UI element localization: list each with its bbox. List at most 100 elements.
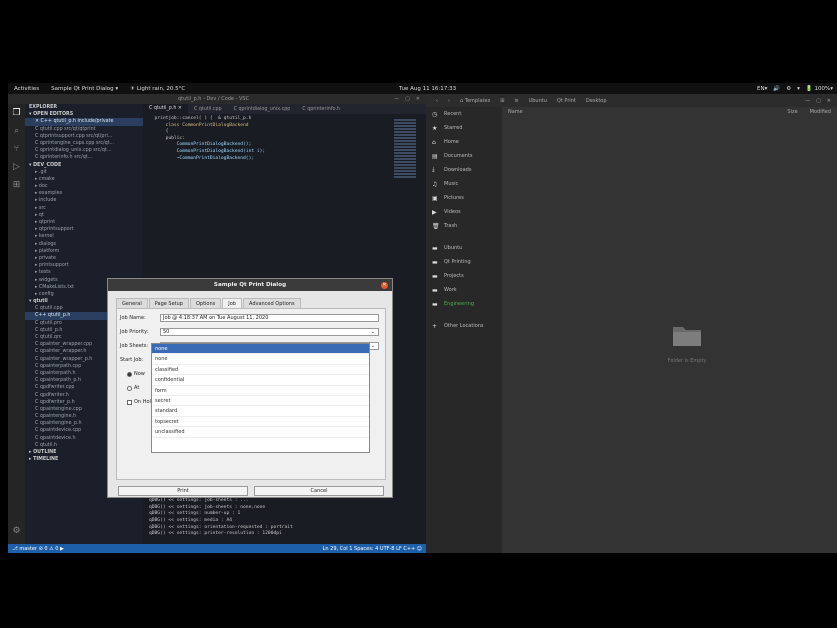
file-tree-item[interactable]: C qprinterinfo.h src/qt...: [25, 154, 143, 161]
file-tree-item[interactable]: C qprintdialog_unix.cpp src/qt...: [25, 147, 143, 154]
file-tree-item[interactable]: ▸ .git: [25, 169, 143, 176]
minimize-icon[interactable]: —: [394, 96, 399, 102]
file-tree-item[interactable]: C qtutil.cpp src/qt/qtprint: [25, 126, 143, 133]
file-tree-item[interactable]: ▸ qtprint: [25, 219, 143, 226]
cancel-button[interactable]: Cancel: [254, 486, 384, 496]
place-icon: 🗑: [432, 222, 440, 230]
close-icon[interactable]: ✕: [381, 282, 388, 289]
place-item[interactable]: ⤓ Downloads: [426, 163, 502, 177]
maximize-icon[interactable]: ▢: [405, 96, 410, 102]
extensions-icon[interactable]: ⊞: [8, 176, 25, 194]
name-column[interactable]: Name: [508, 109, 523, 115]
minimap[interactable]: [394, 118, 416, 238]
path-segment[interactable]: Desktop: [586, 98, 607, 104]
app-menu[interactable]: Sample Qt Print Dialog ▾: [45, 86, 124, 92]
system-tray[interactable]: EN▾ 🔊 ⚙ ▾ 🔋 100%▾: [757, 86, 833, 92]
search-icon[interactable]: ⌕: [8, 122, 25, 140]
place-item[interactable]: ♫ Music: [426, 177, 502, 191]
file-tree-item[interactable]: ▸ examples: [25, 190, 143, 197]
place-item[interactable]: ▬ Ubuntu: [426, 241, 502, 255]
print-button[interactable]: Print: [118, 486, 248, 496]
battery-indicator[interactable]: 🔋 100%▾: [806, 86, 833, 92]
code-line: qDBG() << settings: printer-resolution :…: [149, 531, 282, 537]
file-tree-item[interactable]: ▸ include: [25, 197, 143, 204]
tree-section-header[interactable]: ▾ DEV_CODE: [25, 162, 143, 169]
file-tree-item[interactable]: ▸ qt: [25, 212, 143, 219]
place-item[interactable]: + Other Locations: [426, 319, 502, 333]
place-item[interactable]: ▬ Projects: [426, 269, 502, 283]
job-sheet-option[interactable]: standard: [152, 406, 369, 417]
job-sheet-option[interactable]: unclassified: [152, 427, 369, 438]
explorer-icon[interactable]: ❐: [8, 104, 25, 122]
place-item[interactable]: ★ Starred: [426, 121, 502, 135]
close-icon[interactable]: ✕: [827, 98, 831, 104]
job-sheet-option[interactable]: classified: [152, 365, 369, 376]
activities-button[interactable]: Activities: [8, 86, 45, 92]
view-list-icon[interactable]: ≡: [514, 98, 518, 104]
file-tree-item[interactable]: ▸ private: [25, 255, 143, 262]
place-item[interactable]: ▣ Pictures: [426, 191, 502, 205]
job-priority-select[interactable]: 50 ⌄: [160, 328, 379, 336]
editor-tab[interactable]: C qtutil_p.h ✕: [143, 104, 188, 114]
forward-icon[interactable]: ›: [448, 98, 450, 104]
job-name-input[interactable]: Job @ 4:18:37 AM on Tue August 11, 2020: [160, 314, 379, 322]
tree-section-header[interactable]: ▾ OPEN EDITORS: [25, 111, 143, 118]
job-sheet-option[interactable]: none: [152, 354, 369, 365]
file-tree-item[interactable]: C qtprintsupport.cpp src/qt/pri...: [25, 133, 143, 140]
source-control-icon[interactable]: ⑂: [8, 140, 25, 158]
file-tree-item[interactable]: C qprintengine_cups.cpp src/qt...: [25, 140, 143, 147]
radio-at[interactable]: At: [127, 385, 139, 391]
place-item[interactable]: ⌂ Home: [426, 135, 502, 149]
place-item[interactable]: ▬ Work: [426, 283, 502, 297]
editor-tab[interactable]: C qprinterinfo.h: [296, 107, 346, 112]
place-item[interactable]: ▬ Engineering: [426, 297, 502, 311]
file-tree-item[interactable]: ▸ qtprintsupport: [25, 226, 143, 233]
code-area[interactable]: printjob::cancel( ) { & qtutil_p.h class…: [143, 114, 426, 162]
job-sheet-option[interactable]: topsecret: [152, 417, 369, 428]
settings-icon[interactable]: ⚙: [786, 86, 791, 92]
close-icon[interactable]: ✕: [416, 96, 420, 102]
file-tree-item[interactable]: ▸ cmake: [25, 176, 143, 183]
job-sheet-option[interactable]: none: [152, 344, 369, 355]
file-tree-item[interactable]: ▸ printsupport: [25, 262, 143, 269]
view-grid-icon[interactable]: ⊞: [500, 98, 504, 104]
place-icon: ▣: [432, 194, 438, 202]
language-indicator[interactable]: EN▾: [757, 86, 767, 92]
path-segment[interactable]: Qt Print: [557, 98, 576, 104]
file-tree-item[interactable]: ▸ kernel: [25, 233, 143, 240]
job-sheet-option[interactable]: secret: [152, 396, 369, 407]
job-sheet-option[interactable]: confidential: [152, 375, 369, 386]
job-sheet-option[interactable]: form: [152, 386, 369, 396]
file-tree-item[interactable]: ▸ doc: [25, 183, 143, 190]
tray-chevron-icon[interactable]: ▾: [797, 86, 800, 92]
file-tree-item[interactable]: ✕ C++ qtutil_p.h include/private: [25, 118, 143, 126]
job-sheets-dropdown-list[interactable]: none none classified confidential form secret…: [151, 343, 370, 453]
back-icon[interactable]: ‹: [436, 98, 438, 104]
file-tree-item[interactable]: ▸ dialogs: [25, 241, 143, 248]
status-right[interactable]: Ln 29, Col 1 Spaces: 4 UTF-8 LF C++ ☺: [323, 546, 422, 552]
file-tree-item[interactable]: ▸ tests: [25, 269, 143, 276]
weather-indicator[interactable]: ☀ Light rain, 20.5°C: [124, 86, 191, 92]
modified-column[interactable]: Modified: [810, 109, 831, 115]
place-label: Qt Printing: [444, 259, 471, 265]
file-tree-item[interactable]: ▸ platform: [25, 248, 143, 255]
size-column[interactable]: Size: [787, 109, 797, 115]
status-left[interactable]: ⎇ master ⊘ 0 ⚠ 0 ▶: [8, 546, 64, 552]
minimize-icon[interactable]: —: [805, 98, 810, 104]
volume-icon[interactable]: 🔊: [773, 86, 780, 92]
file-tree-item[interactable]: ▸ src: [25, 205, 143, 212]
debug-icon[interactable]: ▷: [8, 158, 25, 176]
path-button[interactable]: ⌂ Templates: [460, 98, 490, 104]
place-item[interactable]: ▶ Videos: [426, 205, 502, 219]
radio-now[interactable]: Now: [127, 371, 145, 377]
place-item[interactable]: ◷ Recent: [426, 107, 502, 121]
editor-tab[interactable]: C qtutil.cpp: [188, 107, 228, 112]
account-icon[interactable]: ⚙: [8, 522, 25, 540]
place-item[interactable]: ▤ Documents: [426, 149, 502, 163]
clock[interactable]: Tue Aug 11 16:17:33: [393, 86, 462, 92]
place-item[interactable]: 🗑 Trash: [426, 219, 502, 233]
maximize-icon[interactable]: ▢: [816, 98, 821, 104]
editor-tab[interactable]: C qprintdialog_unix.cpp: [228, 107, 297, 112]
path-segment[interactable]: Ubuntu: [529, 98, 547, 104]
place-item[interactable]: ▬ Qt Printing: [426, 255, 502, 269]
